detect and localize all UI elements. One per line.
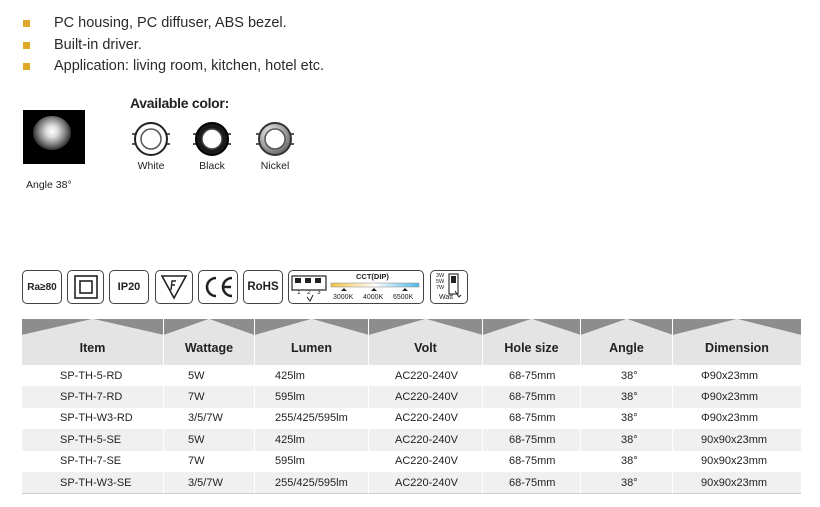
table-row: SP-TH-7-SE 7W 595lm AC220-240V 68-75mm 3… xyxy=(22,450,801,472)
watt-option: 7W xyxy=(436,285,445,291)
cell-hole-size: 68-75mm xyxy=(483,407,581,430)
ip20-badge: IP20 xyxy=(109,270,149,304)
cell-hole-size: 68-75mm xyxy=(483,450,581,472)
wattage-switch-badge: 3W 5W 7W Watt xyxy=(430,270,468,304)
cell-volt: AC220-240V xyxy=(369,450,483,472)
column-header-volt: Volt xyxy=(369,319,483,365)
watt-label: Watt xyxy=(439,294,454,301)
cell-volt: AC220-240V xyxy=(369,471,483,495)
feature-item: Application: living room, kitchen, hotel… xyxy=(22,56,324,78)
cell-lumen: 255/425/595lm xyxy=(255,471,369,495)
cell-wattage: 3/5/7W xyxy=(164,407,255,430)
cell-dimension: 90x90x23mm xyxy=(673,450,801,472)
column-header-hole-size: Hole size xyxy=(483,319,581,365)
cell-item: SP-TH-5-RD xyxy=(22,365,164,387)
cell-lumen: 425lm xyxy=(255,365,369,387)
cell-lumen: 595lm xyxy=(255,386,369,408)
cell-volt: AC220-240V xyxy=(369,365,483,387)
rohs-badge: RoHS xyxy=(243,270,283,304)
cell-wattage: 5W xyxy=(164,429,255,451)
cell-angle: 38° xyxy=(581,429,673,451)
beam-angle-label: Angle 38° xyxy=(26,179,72,191)
column-header-item: Item xyxy=(22,319,164,365)
cell-item: SP-TH-7-SE xyxy=(22,450,164,472)
dip-switch-number: 3 xyxy=(317,289,321,296)
cell-volt: AC220-240V xyxy=(369,386,483,408)
cell-dimension: Φ90x23mm xyxy=(673,365,801,387)
cell-dimension: Φ90x23mm xyxy=(673,407,801,430)
cell-wattage: 3/5/7W xyxy=(164,471,255,495)
cell-lumen: 425lm xyxy=(255,429,369,451)
white-color-label: White xyxy=(137,160,165,172)
cell-angle: 38° xyxy=(581,386,673,408)
dip-switch-number: 2 xyxy=(307,289,311,296)
feature-item: PC housing, PC diffuser, ABS bezel. xyxy=(22,13,324,35)
feature-list: PC housing, PC diffuser, ABS bezel. Buil… xyxy=(22,13,324,78)
nickel-color-swatch-icon xyxy=(256,122,294,156)
f-mark-icon xyxy=(155,270,193,304)
cell-dimension: Φ90x23mm xyxy=(673,386,801,408)
cell-angle: 38° xyxy=(581,365,673,387)
column-header-angle: Angle xyxy=(581,319,673,365)
white-color-swatch-icon xyxy=(132,122,170,156)
cell-volt: AC220-240V xyxy=(369,429,483,451)
cell-angle: 38° xyxy=(581,471,673,495)
table-row: SP-TH-W3-SE 3/5/7W 255/425/595lm AC220-2… xyxy=(22,471,801,495)
cell-angle: 38° xyxy=(581,450,673,472)
cell-wattage: 7W xyxy=(164,386,255,408)
cell-item: SP-TH-W3-SE xyxy=(22,471,164,495)
column-header-wattage: Wattage xyxy=(164,319,255,365)
cell-hole-size: 68-75mm xyxy=(483,471,581,495)
cell-item: SP-TH-7-RD xyxy=(22,386,164,408)
beam-angle-image xyxy=(23,110,85,164)
cct-value: 4000K xyxy=(363,294,384,301)
table-row: SP-TH-5-SE 5W 425lm AC220-240V 68-75mm 3… xyxy=(22,429,801,451)
cell-dimension: 90x90x23mm xyxy=(673,429,801,451)
cell-lumen: 255/425/595lm xyxy=(255,407,369,430)
available-color-title: Available color: xyxy=(130,95,229,111)
cell-hole-size: 68-75mm xyxy=(483,365,581,387)
feature-item: Built-in driver. xyxy=(22,35,324,57)
rohs-text: RoHS xyxy=(247,281,279,293)
column-header-lumen: Lumen xyxy=(255,319,369,365)
class2-insulation-icon xyxy=(67,270,104,304)
dip-switch-number: 1 xyxy=(297,289,301,296)
cell-angle: 38° xyxy=(581,407,673,430)
cct-value: 6500K xyxy=(393,294,414,301)
cct-value: 3000K xyxy=(333,294,354,301)
cell-item: SP-TH-W3-RD xyxy=(22,407,164,430)
nickel-color-label: Nickel xyxy=(260,160,290,172)
ip20-text: IP20 xyxy=(117,281,141,293)
column-header-dimension: Dimension xyxy=(673,319,801,365)
black-color-label: Black xyxy=(199,160,225,172)
table-row: SP-TH-7-RD 7W 595lm AC220-240V 68-75mm 3… xyxy=(22,386,801,408)
table-header-row: Item Wattage Lumen Volt Hole size Angle … xyxy=(22,319,801,365)
cell-hole-size: 68-75mm xyxy=(483,429,581,451)
cell-lumen: 595lm xyxy=(255,450,369,472)
table-row: SP-TH-5-RD 5W 425lm AC220-240V 68-75mm 3… xyxy=(22,365,801,387)
cct-dip-title: CCT(DIP) xyxy=(356,272,389,281)
table-row: SP-TH-W3-RD 3/5/7W 255/425/595lm AC220-2… xyxy=(22,407,801,430)
ce-mark-icon xyxy=(198,270,238,304)
cell-dimension: 90x90x23mm xyxy=(673,471,801,495)
cct-dip-switch-badge: 1 2 3 CCT(DIP) 3000K 4000K 6500K xyxy=(288,270,424,304)
spec-table: Item Wattage Lumen Volt Hole size Angle … xyxy=(22,319,801,495)
cell-wattage: 5W xyxy=(164,365,255,387)
cell-wattage: 7W xyxy=(164,450,255,472)
cell-hole-size: 68-75mm xyxy=(483,386,581,408)
black-color-swatch-icon xyxy=(193,122,231,156)
cell-item: SP-TH-5-SE xyxy=(22,429,164,451)
ra80-text: Ra≥80 xyxy=(27,281,57,293)
cell-volt: AC220-240V xyxy=(369,407,483,430)
ra80-badge: Ra≥80 xyxy=(22,270,62,304)
